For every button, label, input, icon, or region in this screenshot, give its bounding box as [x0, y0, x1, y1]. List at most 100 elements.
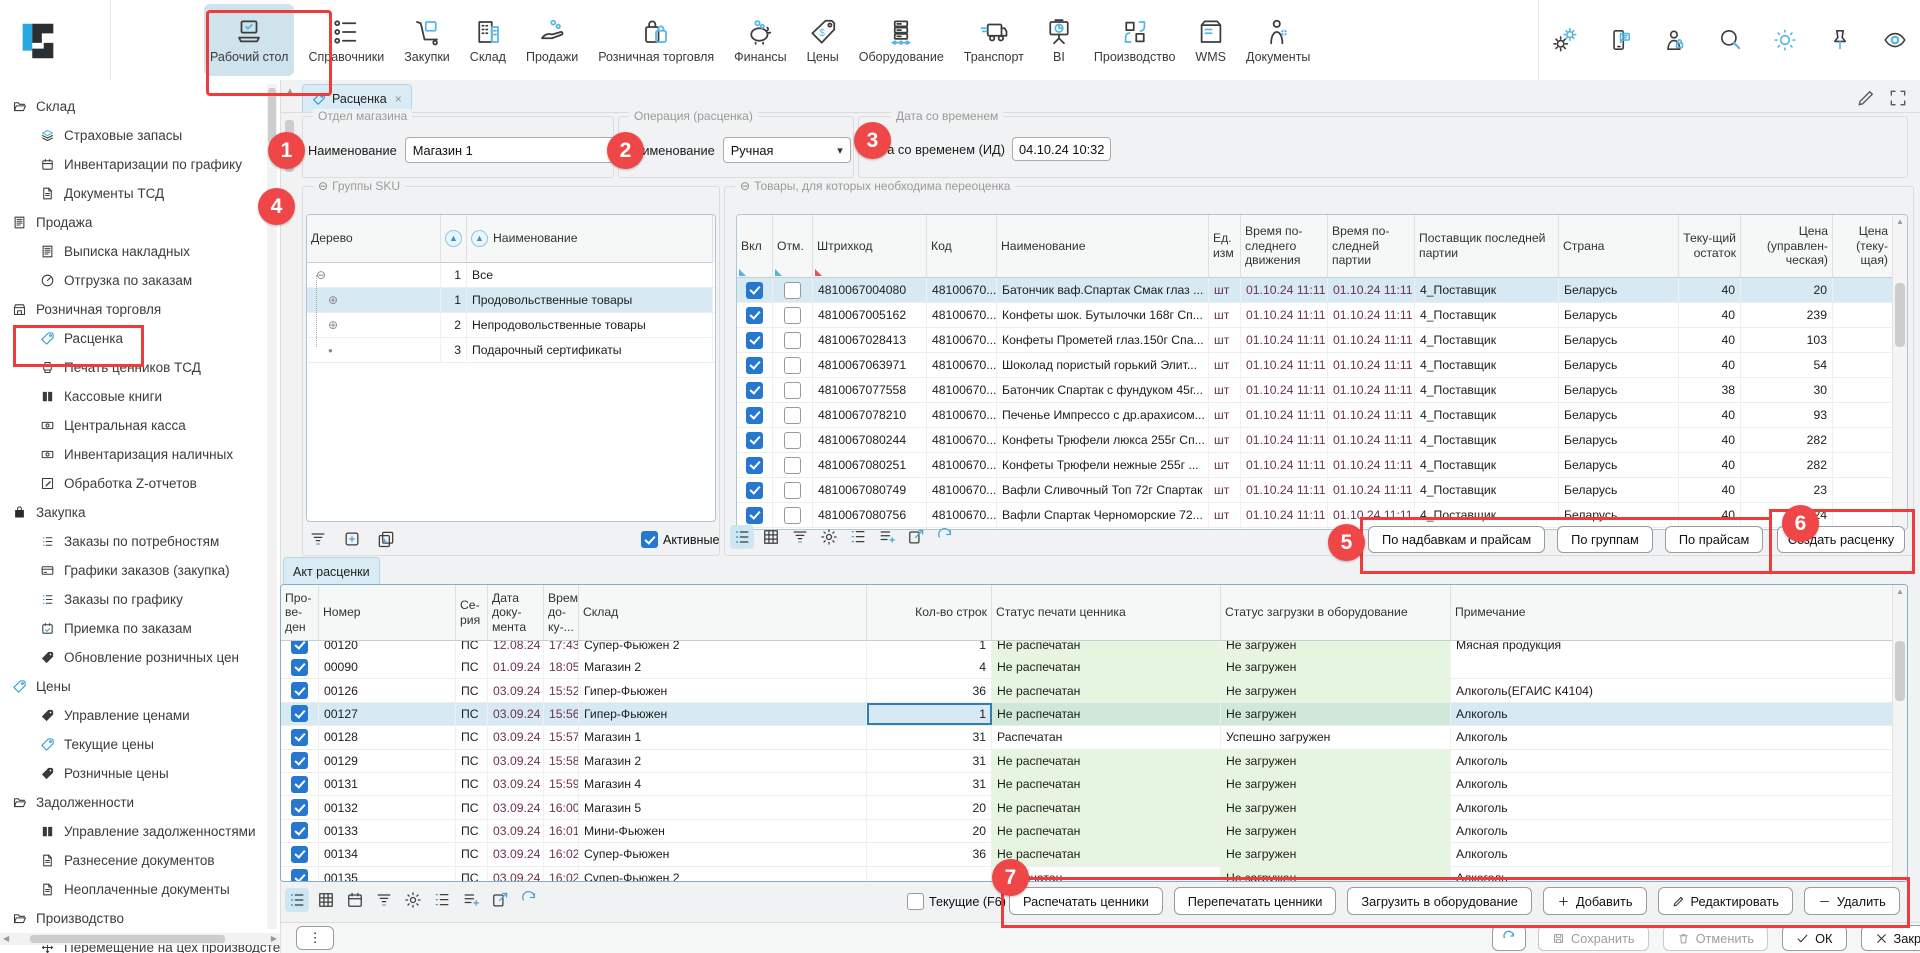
- sidebar-item-29[interactable]: Производство: [0, 904, 280, 933]
- sidebar-item-23[interactable]: Текущие цены: [0, 730, 280, 759]
- include-checkbox[interactable]: [737, 278, 773, 302]
- act-numlist-icon[interactable]: [430, 888, 454, 912]
- leaf-node-icon[interactable]: ●: [328, 346, 333, 355]
- act-col-5[interactable]: Врем до-ку-...: [544, 585, 579, 641]
- sidebar-item-25[interactable]: Задолженности: [0, 788, 280, 817]
- tree-name-cell[interactable]: Все: [467, 263, 713, 287]
- products-row-4810067063971[interactable]: 481006706397148100670...Шоколад пористый…: [737, 353, 1907, 378]
- pricing-button-2[interactable]: По группам: [1557, 526, 1653, 553]
- products-row-4810067080749[interactable]: 481006708074948100670...Вафли Сливочный …: [737, 478, 1907, 503]
- more-button[interactable]: ⋮: [296, 926, 334, 950]
- act-col-8[interactable]: Статус печати ценника: [992, 585, 1221, 641]
- mobile-chat-icon[interactable]: [1607, 27, 1633, 53]
- act-button-2[interactable]: Перепечатать ценники: [1174, 887, 1337, 915]
- products-row-4810067078210[interactable]: 481006707821048100670...Печенье Импрессо…: [737, 403, 1907, 428]
- products-col-5[interactable]: Наименование: [997, 215, 1209, 278]
- act-col-4[interactable]: Дата доку-мента: [488, 585, 544, 641]
- act-funnel-icon[interactable]: [372, 888, 396, 912]
- include-checkbox-box[interactable]: [746, 482, 763, 499]
- sidebar-item-21[interactable]: Цены: [0, 672, 280, 701]
- tree-col-name[interactable]: ▲Наименование: [467, 215, 713, 263]
- expand-node-icon[interactable]: ⊕: [328, 293, 338, 307]
- tree-col-derevo[interactable]: Дерево: [307, 215, 441, 263]
- products-col-8[interactable]: Время по-следней партии: [1328, 215, 1415, 278]
- act-col-10[interactable]: Примечание: [1451, 585, 1893, 641]
- include-checkbox-box[interactable]: [746, 382, 763, 399]
- nav-item-14[interactable]: Документы: [1240, 4, 1316, 76]
- products-col-4[interactable]: Код: [927, 215, 997, 278]
- sidebar-item-9[interactable]: Расценка: [0, 324, 280, 353]
- tree-node-cell[interactable]: ⊕: [307, 313, 441, 337]
- tree-node-cell[interactable]: ⊖: [307, 263, 441, 287]
- products-col-1[interactable]: Вкл: [737, 215, 773, 278]
- refresh-button[interactable]: [1492, 925, 1526, 951]
- products-funnel-icon[interactable]: [788, 525, 812, 549]
- act-scrollbar[interactable]: ▲: [1892, 585, 1907, 881]
- search-icon[interactable]: [1717, 27, 1743, 53]
- pin-icon[interactable]: [1827, 27, 1853, 53]
- nav-item-1[interactable]: Рабочий стол: [204, 4, 294, 76]
- products-col-7[interactable]: Время по-следнего движения: [1241, 215, 1328, 278]
- mark-checkbox[interactable]: [773, 303, 813, 327]
- done-checkbox-box[interactable]: [291, 869, 308, 882]
- act-row-00129[interactable]: 00129ПС03.09.2415:58Магазин 231Не распеч…: [281, 750, 1907, 773]
- nav-item-4[interactable]: Склад: [464, 4, 512, 76]
- done-checkbox-box[interactable]: [291, 682, 308, 699]
- sidebar-item-15[interactable]: Закупка: [0, 498, 280, 527]
- products-row-4810067005162[interactable]: 481006700516248100670...Конфеты шок. Бут…: [737, 303, 1907, 328]
- include-checkbox[interactable]: [737, 378, 773, 402]
- mark-checkbox-box[interactable]: [784, 457, 801, 474]
- current-checkbox-box[interactable]: [907, 893, 924, 910]
- sort-asc-icon[interactable]: ▲: [445, 230, 462, 247]
- sort-asc-icon[interactable]: ▲: [471, 230, 488, 247]
- include-checkbox-box[interactable]: [746, 407, 763, 424]
- act-col-9[interactable]: Статус загрузки в оборудование: [1221, 585, 1451, 641]
- mark-checkbox-box[interactable]: [784, 432, 801, 449]
- sidebar-item-10[interactable]: Печать ценников ТСД: [0, 353, 280, 382]
- products-export-icon[interactable]: [904, 525, 928, 549]
- products-numlist-icon[interactable]: [846, 525, 870, 549]
- act-row-00128[interactable]: 00128ПС03.09.2415:57Магазин 131Распечата…: [281, 726, 1907, 749]
- pricing-button-1[interactable]: По надбавкам и прайсам: [1368, 526, 1545, 553]
- tree-node-cell[interactable]: ●: [307, 338, 441, 362]
- mark-checkbox[interactable]: [773, 378, 813, 402]
- products-col-9[interactable]: Поставщик последней партии: [1415, 215, 1559, 278]
- mark-checkbox-box[interactable]: [784, 507, 801, 524]
- include-checkbox[interactable]: [737, 328, 773, 352]
- act-row-00132[interactable]: 00132ПС03.09.2416:00Магазин 520Не распеч…: [281, 796, 1907, 819]
- sidebar-item-8[interactable]: Розничная торговля: [0, 295, 280, 324]
- collapse-node-icon[interactable]: ⊖: [316, 268, 326, 282]
- sidebar-item-13[interactable]: Инвентаризация наличных: [0, 440, 280, 469]
- products-listplus-icon[interactable]: [875, 525, 899, 549]
- tree-node-cell[interactable]: ⊕: [307, 288, 441, 312]
- mark-checkbox[interactable]: [773, 403, 813, 427]
- operation-select[interactable]: Ручная▾: [723, 137, 851, 163]
- act-button-1[interactable]: Распечатать ценники: [1009, 887, 1163, 915]
- fullscreen-icon[interactable]: [1888, 88, 1908, 108]
- tree-row-Продовольственные товары[interactable]: ⊕ 1 Продовольственные товары: [307, 288, 715, 313]
- tree-row-Все[interactable]: ⊖ 1 Все: [307, 263, 715, 288]
- act-row-00133[interactable]: 00133ПС03.09.2416:01Мини-Фьюжен20Не расп…: [281, 820, 1907, 843]
- nav-item-13[interactable]: WMS: [1189, 4, 1232, 76]
- products-col-10[interactable]: Страна: [1559, 215, 1679, 278]
- mark-checkbox-box[interactable]: [784, 332, 801, 349]
- user-lock-icon[interactable]: [1662, 27, 1688, 53]
- products-scrollbar[interactable]: ▲: [1892, 215, 1907, 529]
- done-checkbox[interactable]: [281, 656, 319, 678]
- products-col-11[interactable]: Теку-щий остаток: [1679, 215, 1741, 278]
- done-checkbox-box[interactable]: [291, 799, 308, 816]
- sidebar-item-20[interactable]: Обновление розничных цен: [0, 643, 280, 672]
- products-col-2[interactable]: Отм.: [773, 215, 813, 278]
- done-checkbox[interactable]: [281, 726, 319, 748]
- tab-rascenka[interactable]: Расценка ×: [302, 84, 412, 112]
- mark-checkbox[interactable]: [773, 328, 813, 352]
- include-checkbox[interactable]: [737, 353, 773, 377]
- sidebar-item-7[interactable]: Отгрузка по заказам: [0, 266, 280, 295]
- act-grid-icon[interactable]: [314, 888, 338, 912]
- sidebar-item-28[interactable]: Неоплаченные документы: [0, 875, 280, 904]
- done-checkbox[interactable]: [281, 750, 319, 772]
- tree-name-cell[interactable]: Продовольственные товары: [467, 288, 713, 312]
- products-gear-icon[interactable]: [817, 525, 841, 549]
- sku-funnel-icon[interactable]: [306, 527, 330, 551]
- nav-item-9[interactable]: Оборудование: [853, 4, 950, 76]
